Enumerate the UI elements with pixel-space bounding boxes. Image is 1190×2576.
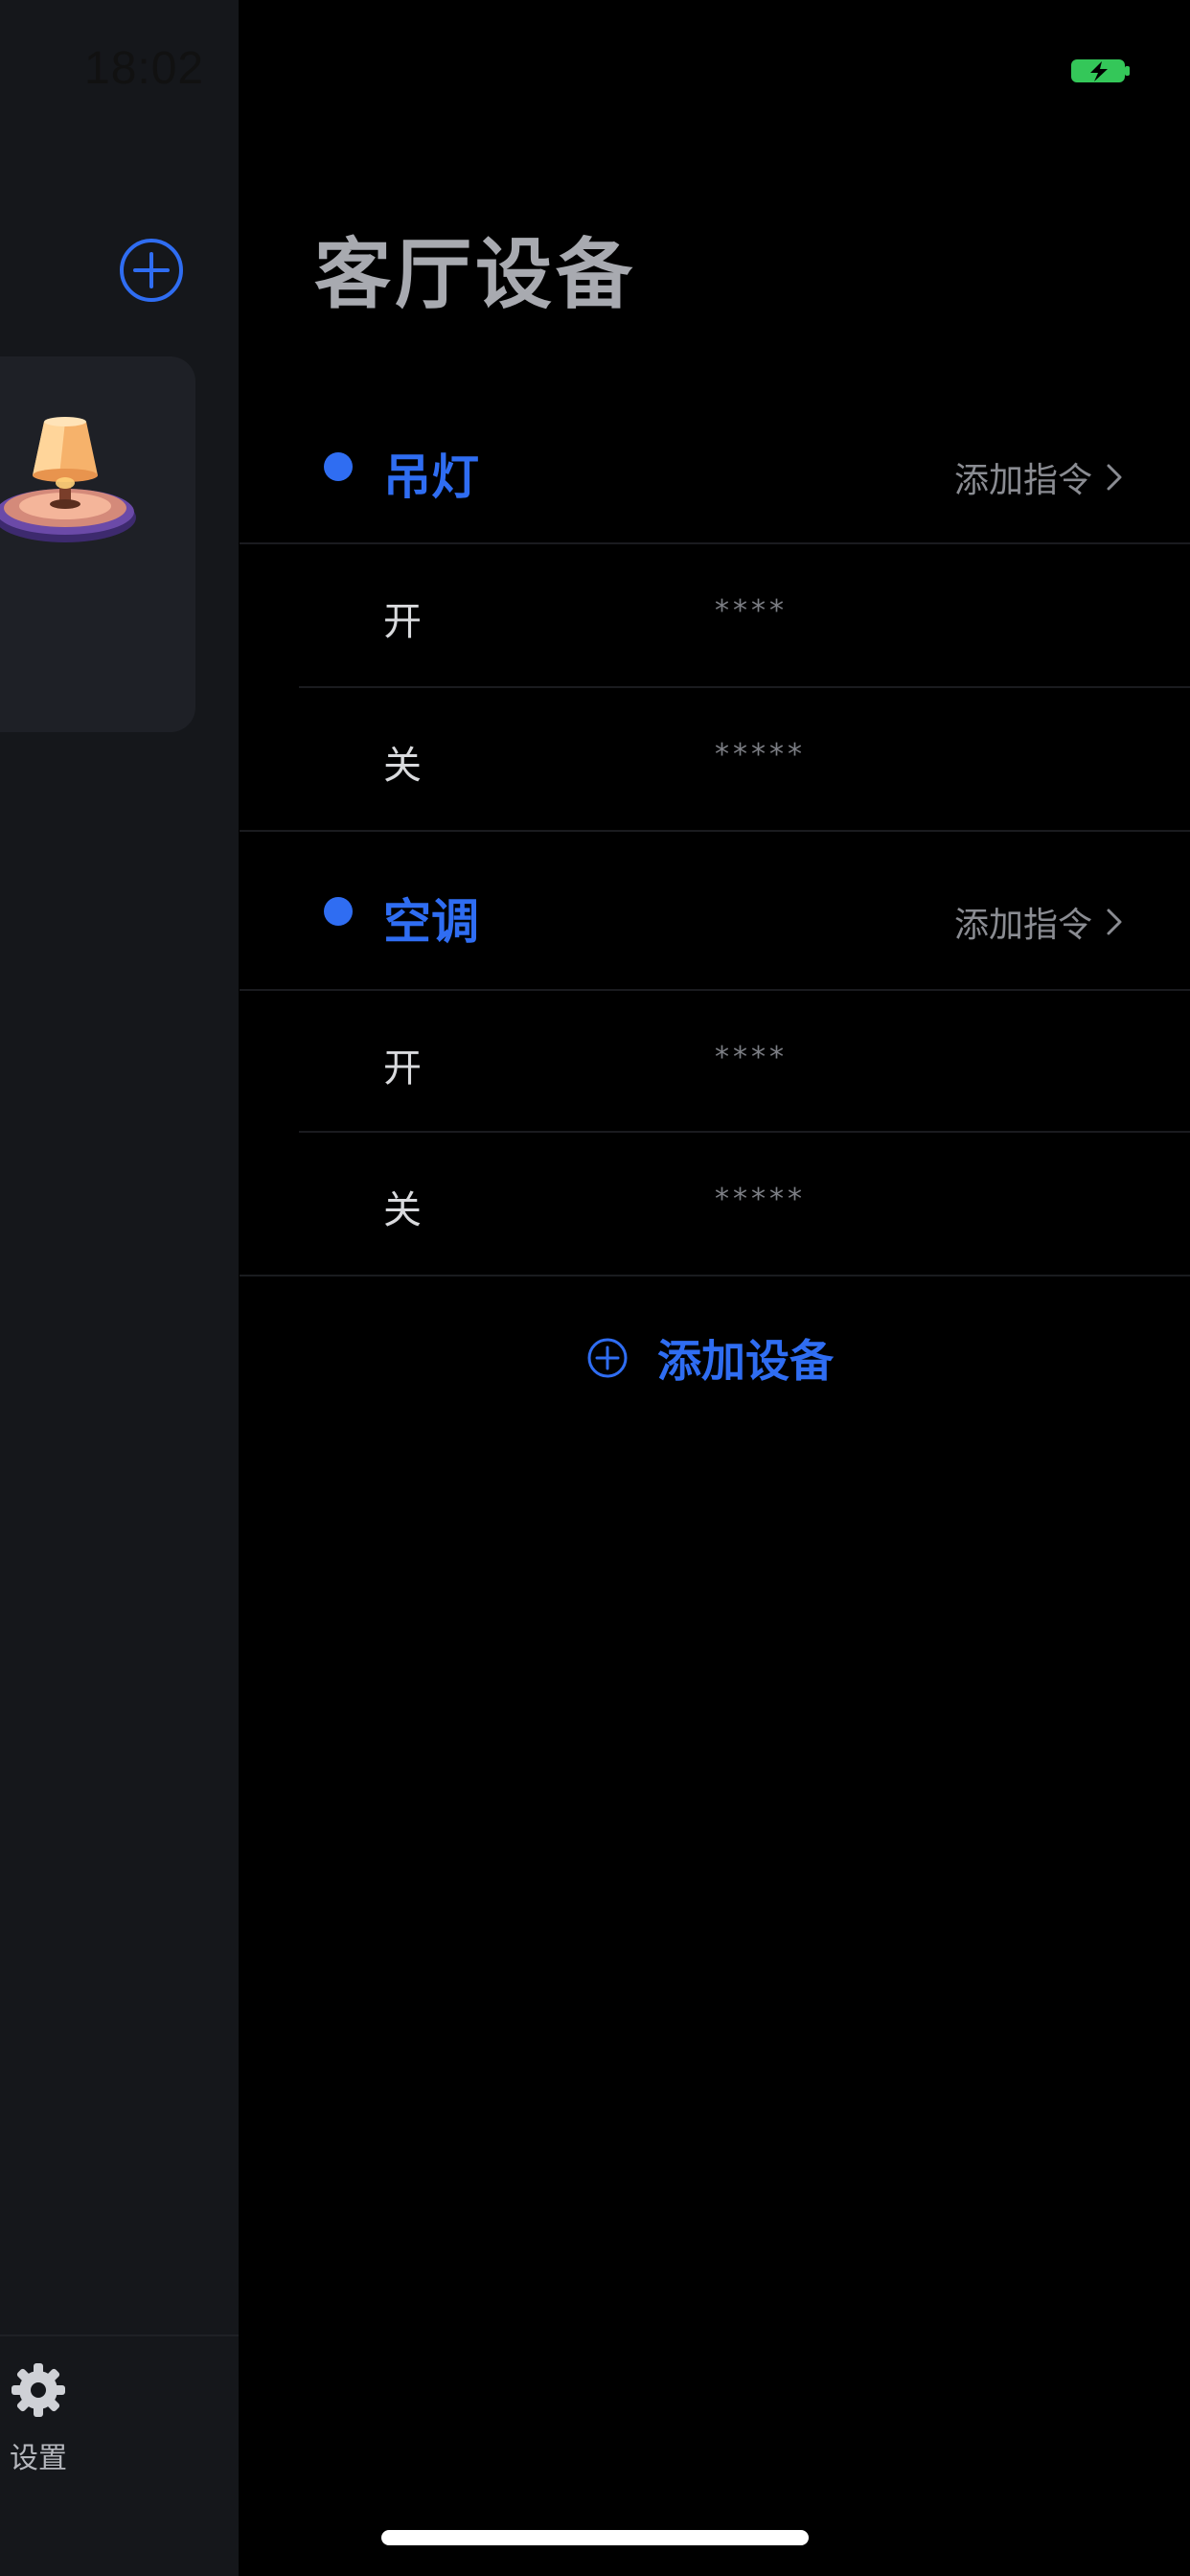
add-device-button[interactable]: 添加设备 xyxy=(586,1326,834,1390)
settings-label[interactable]: 设置 xyxy=(10,2434,67,2476)
command-row[interactable]: 关 ***** xyxy=(240,1133,1190,1275)
command-code: ***** xyxy=(715,738,806,771)
command-code: ***** xyxy=(715,1183,806,1216)
plus-circle-icon xyxy=(587,1338,628,1378)
add-command-label: 添加指令 xyxy=(953,461,1092,500)
command-code: **** xyxy=(715,1041,788,1074)
command-row[interactable]: 开 **** xyxy=(240,991,1190,1133)
divider xyxy=(240,1275,1190,1276)
chevron-right-icon xyxy=(1107,908,1122,935)
plus-circle-icon[interactable] xyxy=(119,238,184,303)
app-screen: 18:02 设置 客厅设备 吊灯 添加指令 开 **** 关 ***** 空调 … xyxy=(0,0,1190,2576)
command-code: **** xyxy=(715,594,788,628)
side-drawer: 18:02 设置 xyxy=(0,0,239,2576)
add-command-button[interactable]: 添加指令 xyxy=(954,897,1123,947)
status-dot xyxy=(324,897,353,926)
device-name: 吊灯 xyxy=(383,449,479,505)
divider xyxy=(240,830,1190,832)
add-device-label: 添加设备 xyxy=(657,1335,834,1387)
status-dot xyxy=(324,452,353,481)
status-time: 18:02 xyxy=(84,43,205,94)
device-name: 空调 xyxy=(383,894,479,950)
lamp-illustration xyxy=(0,417,136,542)
gear-icon[interactable] xyxy=(10,2361,67,2419)
add-command-button[interactable]: 添加指令 xyxy=(954,452,1123,502)
device-header[interactable]: 吊灯 添加指令 xyxy=(240,393,1190,540)
drawer-divider xyxy=(0,2334,239,2336)
command-row[interactable]: 开 **** xyxy=(240,544,1190,686)
page-title: 客厅设备 xyxy=(314,230,636,319)
command-name: 关 xyxy=(383,1188,422,1232)
command-name: 开 xyxy=(383,600,422,644)
home-indicator[interactable] xyxy=(381,2530,809,2545)
command-row[interactable]: 关 ***** xyxy=(240,688,1190,830)
command-name: 关 xyxy=(383,744,422,788)
chevron-right-icon xyxy=(1107,464,1122,491)
device-header[interactable]: 空调 添加指令 xyxy=(240,838,1190,985)
battery-charging-icon xyxy=(1071,59,1130,82)
add-command-label: 添加指令 xyxy=(953,906,1092,945)
command-name: 开 xyxy=(383,1046,422,1091)
